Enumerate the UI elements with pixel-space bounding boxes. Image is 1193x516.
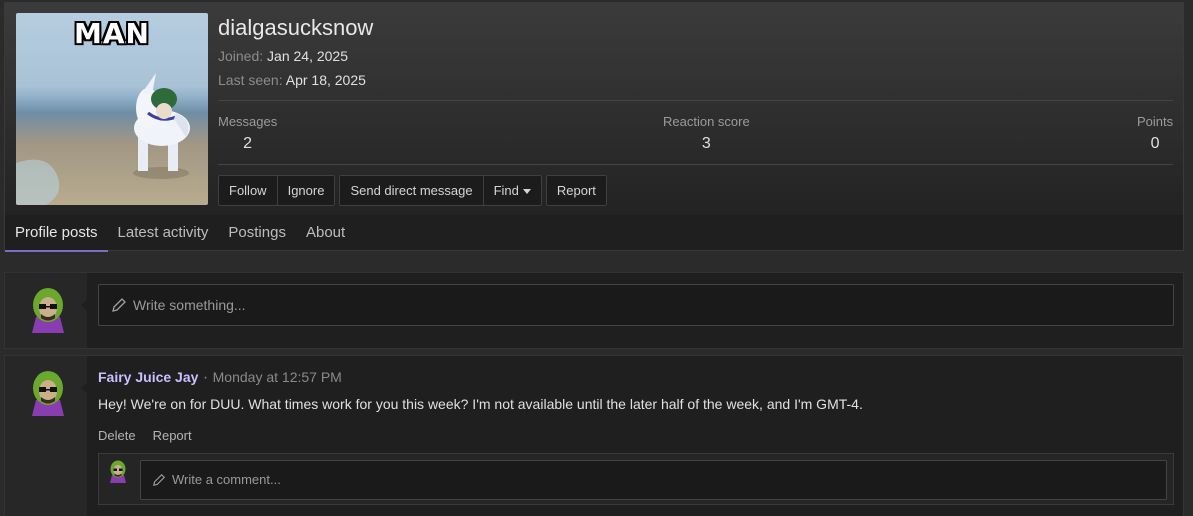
comment-pencil-icon — [152, 473, 166, 487]
tab-latest-activity[interactable]: Latest activity — [108, 215, 219, 252]
last-seen-row: Last seen: Apr 18, 2025 — [218, 72, 366, 88]
follow-button[interactable]: Follow — [219, 176, 278, 205]
message-find-group: Send direct message Find — [339, 175, 542, 206]
report-member-button[interactable]: Report — [547, 176, 606, 205]
post-timestamp[interactable]: Monday at 12:57 PM — [213, 369, 342, 385]
comment-user-avatar — [110, 460, 126, 483]
post-author-link[interactable]: Fairy Juice Jay — [98, 369, 198, 385]
comment-area: Write a comment... — [98, 453, 1174, 505]
stat-reaction-score-value: 3 — [701, 135, 711, 152]
profile-header: MAN dialgasucksnow Joined: Jan 24, 2025 … — [5, 3, 1183, 215]
caret-down-icon — [522, 189, 531, 195]
stat-messages-label: Messages — [218, 114, 278, 129]
profile-username: dialgasucksnow — [218, 15, 374, 40]
post-body: Hey! We're on for DUU. What times work f… — [98, 396, 863, 412]
composer-arrow — [81, 299, 88, 311]
delete-post-link[interactable]: Delete — [98, 428, 136, 443]
post-actions: Delete Report — [98, 428, 192, 443]
user-avatar[interactable] — [30, 287, 66, 333]
ignore-button[interactable]: Ignore — [278, 176, 335, 205]
follow-ignore-group: Follow Ignore — [218, 175, 336, 206]
last-seen-label: Last seen: — [218, 72, 283, 88]
write-comment-input[interactable]: Write a comment... — [140, 460, 1167, 500]
tab-profile-posts[interactable]: Profile posts — [5, 215, 108, 252]
post-arrow — [81, 382, 88, 394]
post-author-avatar[interactable] — [30, 370, 66, 416]
find-label: Find — [493, 183, 519, 198]
tab-about[interactable]: About — [296, 215, 355, 252]
post-header: Fairy Juice Jay · Monday at 12:57 PM — [98, 369, 342, 387]
last-seen-value: Apr 18, 2025 — [285, 72, 366, 88]
pencil-icon — [112, 298, 126, 312]
avatar-pokemon-image — [16, 73, 190, 205]
tab-postings[interactable]: Postings — [218, 215, 296, 252]
stat-reaction-score-label: Reaction score — [663, 114, 750, 129]
profile-actions: Follow Ignore Send direct message Find R… — [218, 175, 607, 206]
profile-tabs: Profile posts Latest activity Postings A… — [5, 215, 355, 252]
joined-label: Joined: — [218, 48, 264, 64]
joined-row: Joined: Jan 24, 2025 — [218, 48, 348, 64]
write-comment-placeholder: Write a comment... — [172, 472, 281, 487]
post-separator: · — [202, 369, 209, 386]
write-something-input[interactable]: Write something... — [98, 284, 1174, 326]
report-group: Report — [545, 175, 607, 206]
stats-divider — [218, 164, 1173, 165]
profile-post: Fairy Juice Jay · Monday at 12:57 PM Hey… — [4, 355, 1184, 516]
write-something-placeholder: Write something... — [133, 297, 246, 313]
header-divider — [218, 100, 1173, 101]
stat-messages[interactable]: Messages 2 — [218, 114, 277, 153]
stat-reaction-score[interactable]: Reaction score 3 — [663, 114, 750, 153]
profile-post-composer: Write something... — [4, 272, 1184, 349]
find-button[interactable]: Find — [484, 176, 541, 205]
stat-points[interactable]: Points 0 — [1137, 114, 1173, 153]
profile-avatar[interactable]: MAN — [16, 13, 208, 205]
stat-points-label: Points — [1137, 114, 1174, 129]
member-header: MAN dialgasucksnow Joined: Jan 24, 2025 … — [4, 2, 1184, 252]
stat-points-value: 0 — [1150, 135, 1160, 152]
send-direct-message-button[interactable]: Send direct message — [340, 176, 484, 205]
report-post-link[interactable]: Report — [153, 428, 192, 443]
joined-value: Jan 24, 2025 — [267, 48, 349, 64]
stat-messages-value: 2 — [243, 135, 253, 152]
